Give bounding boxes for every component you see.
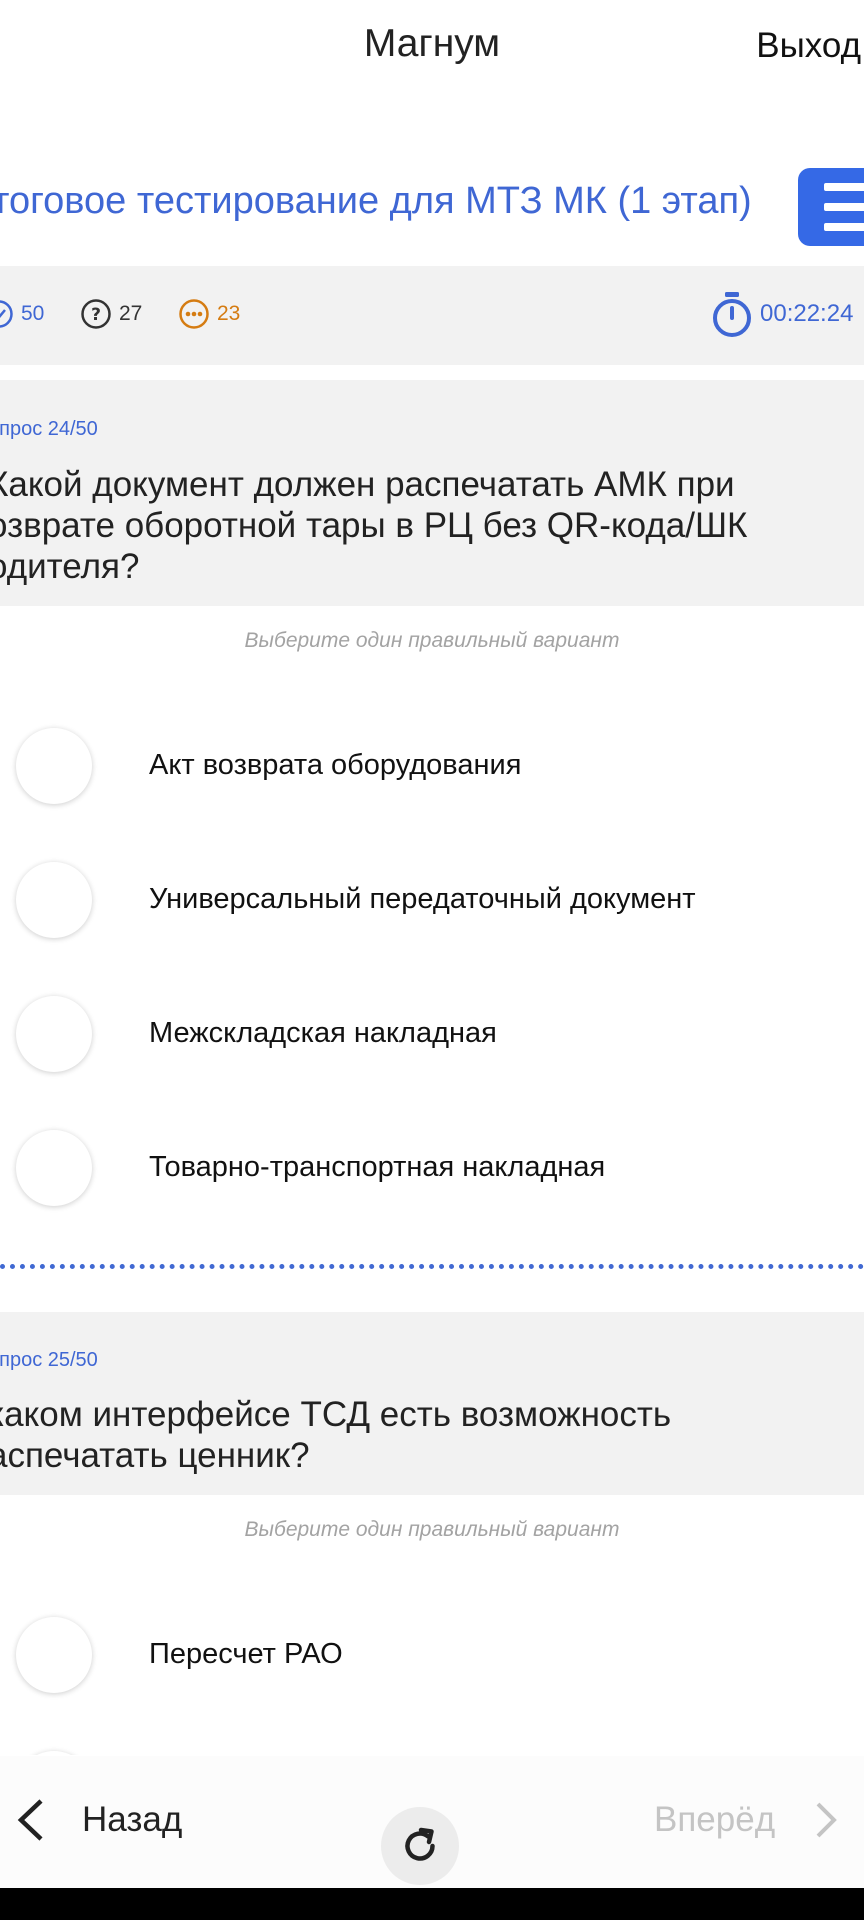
refresh-icon bbox=[405, 1827, 435, 1861]
system-bar bbox=[0, 1888, 864, 1920]
answer-option[interactable]: Акт возврата оборудования bbox=[0, 720, 864, 810]
dots-circle-icon bbox=[179, 299, 209, 329]
back-label: Назад bbox=[82, 1800, 183, 1839]
question-number: опрос 24/50 bbox=[0, 418, 98, 440]
question-circle-icon: ? bbox=[81, 299, 111, 329]
app-title: Магнум bbox=[363, 22, 501, 65]
question-card: опрос 25/50 каком интерфейсе ТСД есть во… bbox=[0, 1312, 864, 1495]
answer-hint: Выберите один правильный вариант bbox=[244, 629, 620, 652]
stat-total: 50 bbox=[0, 296, 44, 332]
answer-hint: Выберите один правильный вариант bbox=[244, 1518, 620, 1541]
answer-option[interactable]: Пересчет РАО bbox=[0, 1609, 864, 1699]
radio-button[interactable] bbox=[16, 996, 92, 1072]
stat-total-count: 50 bbox=[21, 302, 45, 325]
menu-button[interactable] bbox=[798, 168, 864, 246]
stat-answered-count: 27 bbox=[119, 302, 143, 325]
back-button[interactable]: Назад bbox=[14, 1796, 182, 1844]
option-label: Товарно-транспортная накладная bbox=[149, 1151, 606, 1183]
forward-button[interactable]: Вперёд bbox=[654, 1796, 839, 1844]
option-label: Акт возврата оборудования bbox=[149, 749, 522, 781]
radio-button[interactable] bbox=[16, 728, 92, 804]
exit-button[interactable]: Выход bbox=[756, 26, 861, 66]
radio-button[interactable] bbox=[16, 862, 92, 938]
forward-label: Вперёд bbox=[654, 1800, 776, 1839]
answer-option[interactable]: Товарно-транспортная накладная bbox=[0, 1122, 864, 1212]
answer-option[interactable]: Межскладская накладная bbox=[0, 988, 864, 1078]
stat-answered: ? 27 bbox=[80, 296, 142, 332]
radio-button[interactable] bbox=[16, 1130, 92, 1206]
stat-remaining-count: 23 bbox=[217, 302, 241, 325]
svg-text:?: ? bbox=[91, 305, 101, 325]
test-title: тоговое тестирование для МТЗ МК (1 этап) bbox=[0, 180, 752, 222]
radio-button[interactable] bbox=[16, 1617, 92, 1693]
bottom-navigation: Назад Вперёд bbox=[0, 1756, 864, 1888]
timer: 00:22:24 bbox=[710, 290, 853, 338]
question-text: каком интерфейсе ТСД есть возможность ас… bbox=[0, 1395, 672, 1475]
top-bar: Магнум Выход bbox=[0, 0, 864, 96]
option-label: Межскладская накладная bbox=[149, 1017, 497, 1049]
radio-button[interactable] bbox=[16, 1751, 92, 1755]
check-circle-icon bbox=[0, 300, 13, 328]
question-number: опрос 25/50 bbox=[0, 1349, 98, 1371]
stopwatch-icon bbox=[713, 292, 751, 337]
option-label: Универсальный передаточный документ bbox=[149, 883, 696, 915]
question-card: опрос 24/50 Какой документ должен распеч… bbox=[0, 380, 864, 606]
stat-remaining: 23 bbox=[178, 296, 240, 332]
timer-value: 00:22:24 bbox=[760, 300, 854, 327]
answer-option[interactable]: Универсальный передаточный документ bbox=[0, 854, 864, 944]
question-divider bbox=[0, 1264, 864, 1269]
question-text: Какой документ должен распечатать АМК пр… bbox=[0, 465, 748, 586]
chevron-left-icon bbox=[17, 1799, 43, 1841]
stats-bar: 50 ? 27 23 00:22:24 bbox=[0, 266, 864, 365]
option-label: Пересчет РАО bbox=[149, 1638, 343, 1670]
refresh-button[interactable] bbox=[381, 1807, 459, 1885]
answer-option[interactable] bbox=[0, 1743, 864, 1755]
chevron-right-icon bbox=[816, 1802, 837, 1838]
